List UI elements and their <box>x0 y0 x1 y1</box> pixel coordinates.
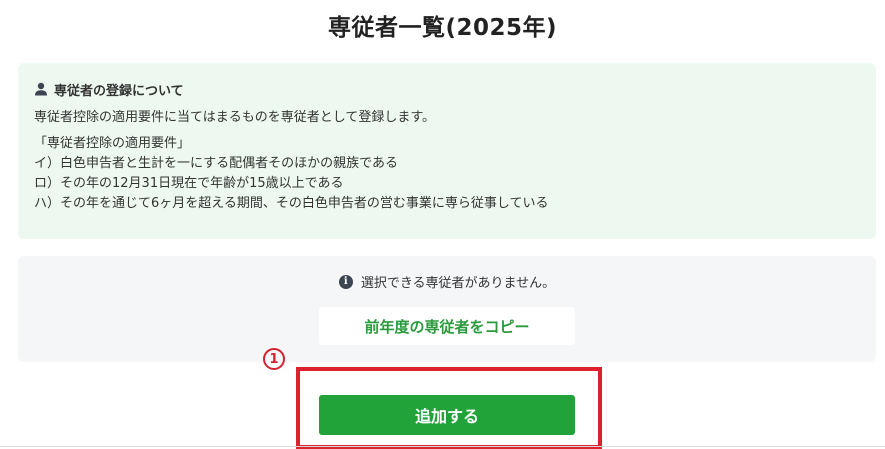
requirement-item: イ）白色申告者と生計を一にする配偶者そのほかの親族である <box>34 156 399 171</box>
bottom-divider <box>0 446 885 447</box>
dependents-page: 専従者一覧(2025年) 専従者の登録について 専従者控除の適用要件に当てはまる… <box>0 0 885 449</box>
empty-notice-text: 選択できる専従者がありません。 <box>360 276 556 291</box>
copy-previous-year-button[interactable]: 前年度の専従者をコピー <box>319 307 575 345</box>
requirements-title: 「専従者控除の適用要件」 <box>34 136 191 151</box>
requirements-list: 「専従者控除の適用要件」 イ）白色申告者と生計を一にする配偶者そのほかの親族であ… <box>34 134 860 214</box>
dependent-selection-panel: i 選択できる専従者がありません。 前年度の専従者をコピー <box>18 256 876 362</box>
page-title: 専従者一覧(2025年) <box>327 15 558 41</box>
requirement-item: ロ）その年の12月31日現在で年齢が15歳以上である <box>34 176 344 191</box>
info-heading: 専従者の登録について <box>34 79 860 99</box>
info-icon: i <box>338 274 353 289</box>
info-heading-text: 専従者の登録について <box>54 83 184 99</box>
add-button[interactable]: 追加する <box>319 395 575 435</box>
registration-info-panel: 専従者の登録について 専従者控除の適用要件に当てはまるものを専従者として登録しま… <box>18 63 876 239</box>
info-intro: 専従者控除の適用要件に当てはまるものを専従者として登録します。 <box>34 110 436 125</box>
step-marker: 1 <box>263 348 285 370</box>
person-icon <box>35 82 47 96</box>
empty-notice: i 選択できる専従者がありません。 <box>18 272 876 291</box>
requirement-item: ハ）その年を通じて6ヶ月を超える期間、その白色申告者の営む事業に専ら従事している <box>34 196 549 211</box>
